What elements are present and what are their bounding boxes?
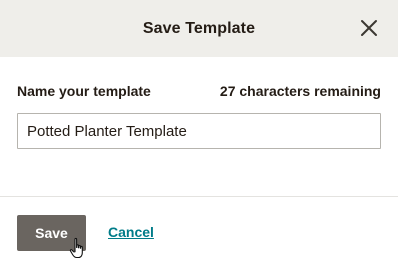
template-name-input[interactable]	[17, 113, 381, 149]
cancel-link[interactable]: Cancel	[108, 224, 154, 240]
dialog-header: Save Template	[0, 0, 398, 57]
dialog-footer: Save Cancel	[0, 197, 398, 267]
characters-remaining: 27 characters remaining	[219, 83, 381, 99]
close-button[interactable]	[359, 18, 379, 38]
field-label-row: Name your template 27 characters remaini…	[17, 83, 381, 99]
template-name-label: Name your template	[17, 83, 151, 99]
close-icon	[361, 20, 377, 36]
save-button[interactable]: Save	[17, 215, 86, 251]
save-template-dialog: Save Template Name your template 27 char…	[0, 0, 398, 267]
dialog-body: Name your template 27 characters remaini…	[0, 57, 398, 196]
dialog-title: Save Template	[142, 19, 256, 37]
